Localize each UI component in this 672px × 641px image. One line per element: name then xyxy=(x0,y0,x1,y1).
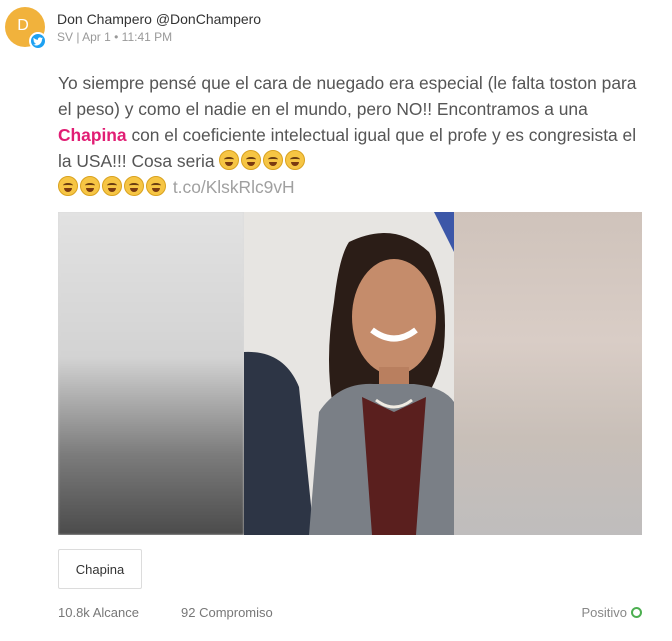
laughing-emoji-icon xyxy=(58,176,78,196)
avatar-letter: D xyxy=(17,17,29,34)
post-image[interactable] xyxy=(58,212,642,535)
positive-circle-icon xyxy=(631,607,642,618)
laughing-emoji-icon xyxy=(124,176,144,196)
highlight-keyword: Chapina xyxy=(58,125,127,145)
laughing-emoji-icon xyxy=(263,150,284,170)
sentiment-indicator[interactable]: Positivo xyxy=(581,605,642,620)
engagement-stat: 92 Compromiso xyxy=(181,605,273,620)
laughing-emoji-icon xyxy=(102,176,122,196)
reach-stat: 10.8k Alcance xyxy=(58,605,139,620)
tag-chip[interactable]: Chapina xyxy=(58,549,142,589)
post-link[interactable]: t.co/KlskRlc9vH xyxy=(173,177,295,197)
author-name-handle[interactable]: Don Champero @DonChampero xyxy=(57,11,261,27)
post-meta: SV | Apr 1 • 11:41 PM xyxy=(57,30,173,44)
post-text: Yo siempre pensé que el cara de nuegado … xyxy=(58,70,643,200)
laughing-emoji-icon xyxy=(219,150,240,170)
twitter-icon xyxy=(29,32,47,50)
image-center-panel xyxy=(244,212,454,535)
laughing-emoji-icon xyxy=(146,176,166,196)
image-left-panel xyxy=(58,212,244,535)
post-text-part2: con el coeficiente intelectual igual que… xyxy=(58,125,637,171)
laughing-emoji-icon xyxy=(241,150,262,170)
laughing-emoji-icon xyxy=(80,176,100,196)
image-right-panel xyxy=(454,212,642,535)
sentiment-label: Positivo xyxy=(581,605,627,620)
laughing-emoji-icon xyxy=(285,150,306,170)
post-text-part1: Yo siempre pensé que el cara de nuegado … xyxy=(58,73,637,119)
